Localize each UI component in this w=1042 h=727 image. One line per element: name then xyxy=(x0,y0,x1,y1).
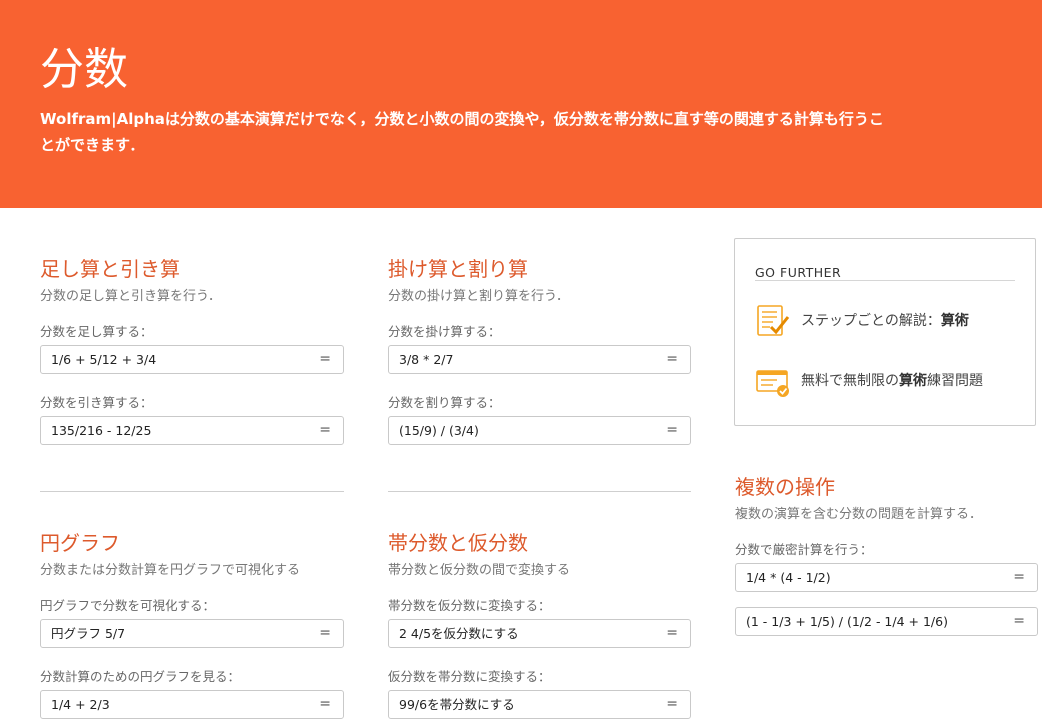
example-query[interactable]: (15/9) / (3/4) xyxy=(399,423,479,439)
compute-button[interactable]: = xyxy=(1013,569,1025,586)
go-further-label-prefix: ステップごとの解説： xyxy=(801,313,941,329)
section-divider xyxy=(40,491,344,492)
go-further-label-suffix: 練習問題 xyxy=(927,373,983,389)
compute-button[interactable]: = xyxy=(666,351,678,368)
go-further-label[interactable]: 無料で無制限の算術練習問題 xyxy=(801,372,983,390)
section-description: 分数または分数計算を円グラフで可視化する xyxy=(40,563,301,578)
go-further-panel: GO FURTHER ステップごとの解説：算術 無料で無制限の算術練習問題 xyxy=(734,238,1036,426)
field-label: 仮分数を帯分数に変換する： xyxy=(388,669,551,684)
practice-problems-icon xyxy=(756,370,789,397)
field-label: 分数計算のための円グラフを見る： xyxy=(40,669,241,684)
section-add-sub: 足し算と引き算 分数の足し算と引き算を行う． xyxy=(40,256,221,306)
go-further-divider xyxy=(755,280,1015,281)
go-further-label-bold: 算術 xyxy=(940,313,969,329)
field-label: 分数を掛け算する： xyxy=(388,324,501,339)
section-description: 複数の演算を含む分数の問題を計算する． xyxy=(735,507,983,522)
example-query[interactable]: 円グラフ 5/7 xyxy=(51,626,125,642)
example-query[interactable]: 1/4 + 2/3 xyxy=(51,697,110,713)
go-further-heading: GO FURTHER xyxy=(755,265,842,280)
section-mixed-numbers: 帯分数と仮分数 帯分数と仮分数の間で変換する xyxy=(388,530,570,580)
example-input-divide[interactable]: (15/9) / (3/4) = xyxy=(388,416,691,445)
compute-button[interactable]: = xyxy=(319,422,331,439)
compute-button[interactable]: = xyxy=(666,625,678,642)
example-input-add[interactable]: 1/6 + 5/12 + 3/4 = xyxy=(40,345,344,374)
page-title: 分数 xyxy=(40,44,128,95)
example-query[interactable]: (1 - 1/3 + 1/5) / (1/2 - 1/4 + 1/6) xyxy=(746,614,948,630)
example-input-exact[interactable]: 1/4 * (4 - 1/2) = xyxy=(735,563,1038,592)
section-title: 帯分数と仮分数 xyxy=(388,531,528,555)
go-further-link-practice[interactable]: 無料で無制限の算術練習問題 xyxy=(755,363,1025,399)
example-input-subtract[interactable]: 135/216 - 12/25 = xyxy=(40,416,344,445)
section-description: 分数の足し算と引き算を行う． xyxy=(40,289,221,304)
compute-button[interactable]: = xyxy=(319,625,331,642)
example-query[interactable]: 3/8 * 2/7 xyxy=(399,352,453,368)
page-description: Wolfram|Alphaは分数の基本演算だけでなく，分数と小数の間の変換や，仮… xyxy=(40,110,884,154)
section-description: 分数の掛け算と割り算を行う． xyxy=(388,289,569,304)
section-title: 円グラフ xyxy=(40,531,120,555)
hero-banner: 分数 Wolfram|Alphaは分数の基本演算だけでなく，分数と小数の間の変換… xyxy=(0,0,1042,208)
example-query[interactable]: 99/6を帯分数にする xyxy=(399,697,515,713)
field-label: 分数を割り算する： xyxy=(388,395,501,410)
go-further-label-prefix: 無料で無制限の xyxy=(801,373,899,389)
section-mul-div: 掛け算と割り算 分数の掛け算と割り算を行う． xyxy=(388,256,569,306)
section-pie-chart: 円グラフ 分数または分数計算を円グラフで可視化する xyxy=(40,530,300,580)
field-label: 分数を足し算する： xyxy=(40,324,153,339)
compute-button[interactable]: = xyxy=(666,422,678,439)
example-query[interactable]: 135/216 - 12/25 xyxy=(51,423,151,439)
compute-button[interactable]: = xyxy=(1013,613,1025,630)
example-input-to-mixed[interactable]: 99/6を帯分数にする = xyxy=(388,690,691,719)
go-further-label-bold: 算術 xyxy=(899,373,927,389)
field-label: 円グラフで分数を可視化する： xyxy=(40,598,216,613)
example-input-multiply[interactable]: 3/8 * 2/7 = xyxy=(388,345,691,374)
go-further-label[interactable]: ステップごとの解説：算術 xyxy=(801,312,969,330)
example-input-pie[interactable]: 円グラフ 5/7 = xyxy=(40,619,344,648)
section-description: 帯分数と仮分数の間で変換する xyxy=(388,563,571,578)
section-title: 掛け算と割り算 xyxy=(388,257,528,281)
compute-button[interactable]: = xyxy=(319,696,331,713)
field-label: 分数を引き算する： xyxy=(40,395,153,410)
example-input-compound[interactable]: (1 - 1/3 + 1/5) / (1/2 - 1/4 + 1/6) = xyxy=(735,607,1038,636)
go-further-link-step-by-step[interactable]: ステップごとの解説：算術 xyxy=(755,303,1025,339)
section-title: 複数の操作 xyxy=(735,475,835,499)
compute-button[interactable]: = xyxy=(319,351,331,368)
step-by-step-checklist-icon xyxy=(757,305,790,336)
example-query[interactable]: 1/6 + 5/12 + 3/4 xyxy=(51,352,156,368)
example-query[interactable]: 2 4/5を仮分数にする xyxy=(399,626,519,642)
section-divider xyxy=(388,491,691,492)
section-multiple-operations: 複数の操作 複数の演算を含む分数の問題を計算する． xyxy=(735,474,982,524)
compute-button[interactable]: = xyxy=(666,696,678,713)
example-input-pie-calc[interactable]: 1/4 + 2/3 = xyxy=(40,690,344,719)
section-title: 足し算と引き算 xyxy=(40,257,180,281)
example-input-to-improper[interactable]: 2 4/5を仮分数にする = xyxy=(388,619,691,648)
example-query[interactable]: 1/4 * (4 - 1/2) xyxy=(746,570,831,586)
field-label: 分数で厳密計算を行う： xyxy=(735,542,873,557)
field-label: 帯分数を仮分数に変換する： xyxy=(388,598,551,613)
